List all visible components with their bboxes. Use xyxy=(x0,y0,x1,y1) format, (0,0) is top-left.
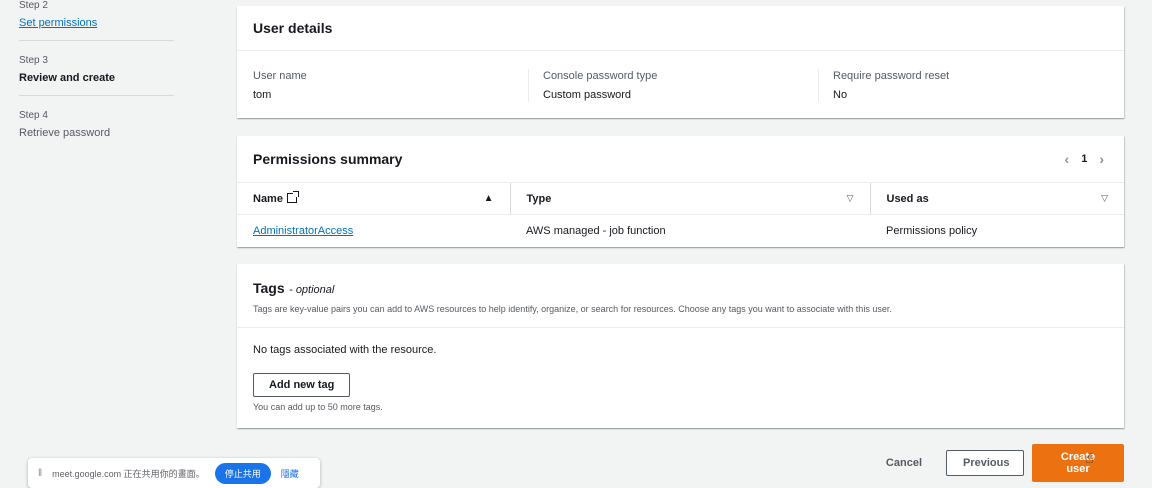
cancel-button[interactable]: Cancel xyxy=(870,451,938,475)
column-header-used-as[interactable]: Used as ▽ xyxy=(869,182,1124,215)
add-new-tag-button[interactable]: Add new tag xyxy=(253,373,351,397)
chevron-right-icon[interactable]: › xyxy=(1099,151,1104,167)
step-label-review-and-create: Review and create xyxy=(19,72,115,84)
policy-used-as: Permissions policy xyxy=(886,224,978,237)
step-3: Step 3 Review and create xyxy=(19,55,174,96)
step-number: Step 3 xyxy=(19,55,48,66)
field-console-password-type: Console password type Custom password xyxy=(528,69,818,102)
tags-body: No tags associated with the resource. Ad… xyxy=(237,328,1124,412)
field-label: Require password reset xyxy=(833,70,950,82)
external-link-icon xyxy=(286,190,299,203)
tags-empty-message: No tags associated with the resource. xyxy=(253,344,437,356)
panel-header: Permissions summary ‹ 1 › xyxy=(237,136,1124,182)
field-value: No xyxy=(833,89,848,101)
optional-label: - optional xyxy=(289,284,335,296)
panel-title: Tags xyxy=(253,280,285,296)
current-page[interactable]: 1 xyxy=(1081,153,1087,165)
column-header-type[interactable]: Type ▽ xyxy=(509,182,870,215)
column-label: Name xyxy=(253,192,283,205)
step-number: Step 2 xyxy=(19,0,48,11)
step-4: Step 4 Retrieve password xyxy=(19,110,174,150)
field-user-name: User name tom xyxy=(253,69,528,102)
field-label: Console password type xyxy=(543,70,658,82)
tags-hint: You can add up to 50 more tags. xyxy=(253,402,383,412)
screen-share-bar: ‖ meet.google.com 正在共用你的畫面。 停止共用 隱藏 xyxy=(28,458,320,488)
user-details-panel: User details User name tom Console passw… xyxy=(237,6,1124,118)
field-value: tom xyxy=(253,89,272,101)
column-header-name[interactable]: Name ▲ xyxy=(237,182,510,215)
share-bar-text: meet.google.com 正在共用你的畫面。 xyxy=(52,468,205,479)
column-label: Used as xyxy=(886,192,929,205)
panel-header: Tags - optional Tags are key-value pairs… xyxy=(237,264,1124,327)
hide-button[interactable]: 隱藏 xyxy=(281,467,299,480)
field-require-password-reset: Require password reset No xyxy=(818,69,1108,102)
table-row: AdministratorAccess AWS managed - job fu… xyxy=(237,215,1124,247)
chevron-left-icon[interactable]: ‹ xyxy=(1065,151,1070,167)
footer-actions: Cancel Previous Create user ☝ xyxy=(870,444,1124,482)
tags-panel: Tags - optional Tags are key-value pairs… xyxy=(237,264,1124,428)
policy-link[interactable]: AdministratorAccess xyxy=(253,225,353,237)
sort-icon[interactable]: ▽ xyxy=(847,193,854,204)
sort-ascending-icon[interactable]: ▲ xyxy=(484,193,494,204)
hand-cursor-icon: ☝ xyxy=(1085,450,1094,466)
column-label: Type xyxy=(526,192,552,205)
pagination: ‹ 1 › xyxy=(1065,151,1108,167)
step-label-retrieve-password: Retrieve password xyxy=(19,127,111,139)
panel-title: Permissions summary xyxy=(253,151,403,167)
tags-description: Tags are key-value pairs you can add to … xyxy=(253,304,892,314)
user-details-fields: User name tom Console password type Cust… xyxy=(237,51,1124,102)
permissions-table: Name ▲ Type ▽ Used as ▽ AdministratorAcc… xyxy=(237,182,1124,247)
previous-button[interactable]: Previous xyxy=(946,450,1024,476)
drag-handle-icon[interactable]: ‖ xyxy=(38,468,42,479)
step-link-set-permissions[interactable]: Set permissions xyxy=(19,16,174,30)
panel-header: User details xyxy=(237,6,1124,50)
field-value: Custom password xyxy=(543,89,632,101)
create-user-button[interactable]: Create user ☝ xyxy=(1032,444,1124,482)
panel-title: User details xyxy=(253,20,333,36)
step-2: Step 2 Set permissions xyxy=(19,0,174,41)
wizard-steps: Step 2 Set permissions Step 3 Review and… xyxy=(19,0,174,164)
step-number: Step 4 xyxy=(19,110,48,121)
permissions-summary-panel: Permissions summary ‹ 1 › Name ▲ Type ▽ xyxy=(237,136,1124,247)
field-label: User name xyxy=(253,70,307,82)
policy-type: AWS managed - job function xyxy=(526,224,666,237)
sort-icon[interactable]: ▽ xyxy=(1101,193,1108,204)
stop-sharing-button[interactable]: 停止共用 xyxy=(214,462,271,484)
